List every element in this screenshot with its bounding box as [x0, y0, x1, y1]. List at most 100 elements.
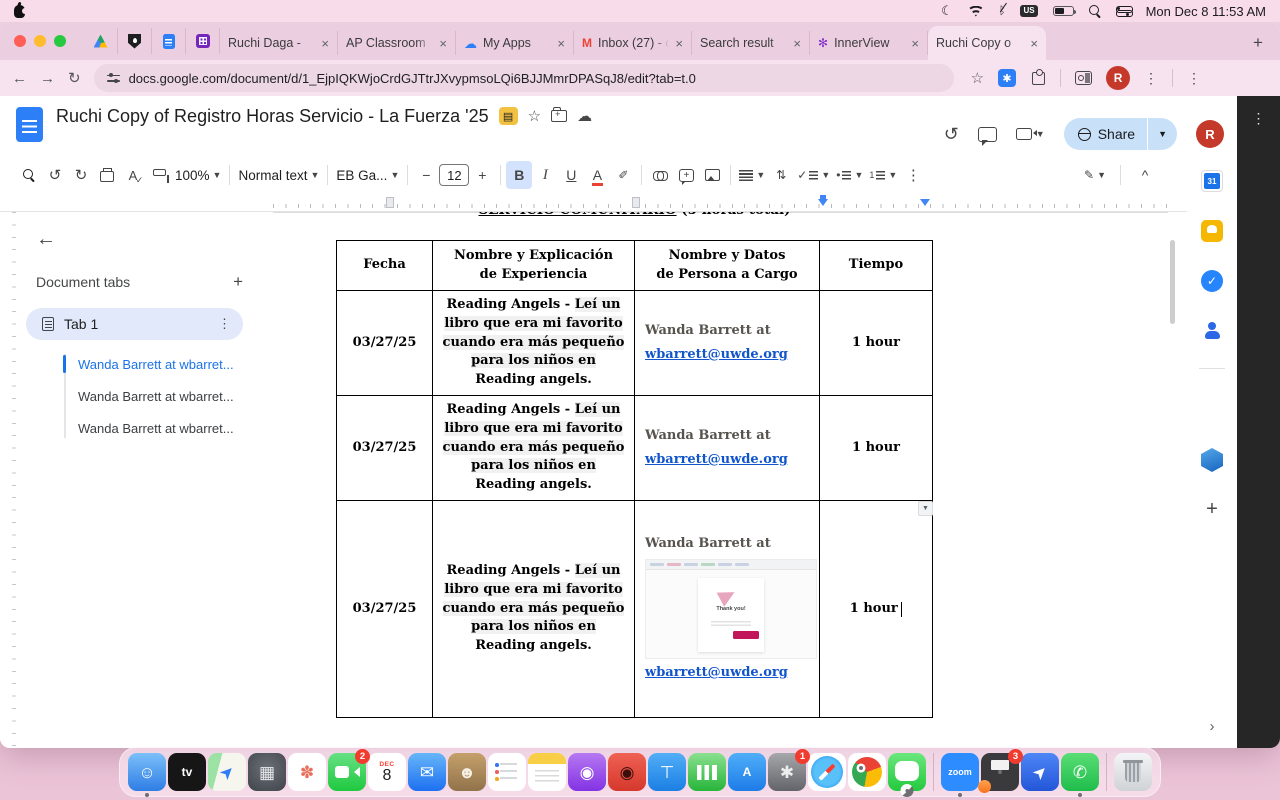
table-cell-description[interactable]: Reading Angels - Leí un libro que era mi… [433, 501, 634, 717]
increase-font-size-button[interactable]: + [469, 161, 495, 189]
table-cell-date[interactable]: 03/27/25 [337, 396, 432, 500]
docs-menu-item-docs-menu-accessibility[interactable] [168, 131, 180, 135]
table-cell-time[interactable]: 1 hour [820, 396, 932, 500]
dock-system-settings[interactable]: ✱ 1 [768, 749, 810, 791]
email-link[interactable]: wbarrett@uwde.org [645, 346, 788, 365]
dock-pointer-app[interactable]: ➤ [1021, 753, 1059, 791]
table-cell-description[interactable]: Reading Angels - Leí un libro que era mi… [433, 291, 634, 395]
tasks-panel-icon[interactable]: ✓ [1201, 270, 1223, 292]
back-arrow-icon[interactable]: ← [36, 228, 56, 251]
chrome-menu-icon[interactable]: ⋮ [1144, 70, 1158, 87]
minimize-window-button[interactable] [34, 35, 46, 47]
redo-button[interactable]: ↻ [68, 161, 94, 189]
table-cell-description[interactable]: Reading Angels - Leí un libro que era mi… [433, 396, 634, 500]
browser-tab-tab-my-apps[interactable]: ☁ My Apps × [456, 31, 574, 55]
table-cell-date[interactable]: 03/27/25 [337, 291, 432, 395]
browser-tab-tab-ruchi-daga[interactable]: Ruchi Daga - × [220, 31, 338, 55]
more-tools-button[interactable]: ⋮ [900, 161, 926, 189]
dock-printer[interactable]: 3 [978, 749, 1023, 793]
checklist-button[interactable]: ✓ ▼ [794, 161, 833, 189]
highlight-color-button[interactable]: ✐ [610, 161, 636, 189]
sidebar-tab-1[interactable]: Tab 1 ⋮ [26, 308, 243, 340]
tab-close-icon[interactable]: × [793, 36, 801, 51]
bluetooth-off-icon[interactable]: ᛒ [999, 5, 1006, 17]
styles-select[interactable]: Normal text ▼ [235, 161, 322, 189]
font-select[interactable]: EB Ga... ▼ [333, 161, 402, 189]
dock-apple-tv[interactable]: tv [168, 753, 206, 791]
tab-close-icon[interactable]: × [557, 36, 565, 51]
forward-button[interactable]: → [40, 70, 55, 87]
docs-menu-item-docs-menu-insert[interactable] [98, 131, 110, 135]
numbered-list-button[interactable]: 1 ▼ [866, 161, 900, 189]
print-button[interactable] [94, 161, 120, 189]
add-tab-button[interactable]: + [233, 272, 243, 292]
table-column-marker[interactable] [386, 197, 394, 208]
italic-button[interactable]: I [532, 161, 558, 189]
dock-photo-booth[interactable]: ◉ [608, 753, 646, 791]
search-menus-button[interactable] [16, 161, 42, 189]
table-dropdown-button[interactable]: ▼ [918, 501, 933, 516]
table-cell-person[interactable]: Wanda Barrett at Thank you! wbarrett@uwd… [635, 501, 819, 717]
cloud-status-icon[interactable]: ☁ [577, 109, 592, 124]
dock-zoom[interactable]: zoom [941, 753, 979, 791]
align-button[interactable]: ▼ [736, 161, 768, 189]
chrome-profile-avatar[interactable]: R [1106, 66, 1131, 90]
docs-menu-item-docs-menu-extensions[interactable] [140, 131, 152, 135]
share-button[interactable]: Share ▼ [1063, 118, 1177, 150]
control-center-icon[interactable] [1115, 5, 1133, 17]
menubar-clock[interactable]: Mon Dec 8 11:53 AM [1146, 4, 1266, 19]
secondary-menu-icon[interactable]: ⋮ [1187, 70, 1201, 87]
browser-tab-tab-ap-classroom[interactable]: AP Classroom × [338, 31, 456, 55]
undo-button[interactable]: ↺ [42, 161, 68, 189]
strip-menu-icon[interactable]: ⋮ [1252, 110, 1266, 127]
tab-close-icon[interactable]: × [439, 36, 447, 51]
line-spacing-button[interactable]: ⇅ [768, 161, 794, 189]
font-size-input[interactable]: 12 [439, 164, 470, 186]
table-cell-time[interactable]: 1 hour [820, 291, 932, 395]
insert-link-button[interactable] [647, 161, 673, 189]
back-button[interactable]: ← [12, 70, 27, 87]
editing-mode-button[interactable]: ✎ ▼ [1081, 161, 1109, 189]
hide-panel-chevron[interactable]: › [1210, 718, 1215, 735]
horizontal-ruler[interactable] [0, 194, 1237, 212]
tab-close-icon[interactable]: × [321, 36, 329, 51]
dock-safari[interactable] [808, 753, 846, 791]
dock-finder[interactable]: ☺ [128, 753, 166, 791]
pinned-tab-docs[interactable] [152, 28, 186, 54]
new-tab-button[interactable]: + [1244, 29, 1272, 57]
addon-hexagon-icon[interactable] [1201, 448, 1223, 472]
underline-button[interactable]: U [558, 161, 584, 189]
pinned-tab-drive[interactable] [84, 28, 118, 54]
address-bar[interactable]: docs.google.com/document/d/1_EjpIQKWjoCr… [93, 64, 954, 92]
document-canvas[interactable]: SERVICIO COMUNITARIO (5 horas total) Fec… [265, 212, 1176, 748]
text-color-button[interactable]: A [584, 161, 610, 189]
tab-options-icon[interactable]: ⋮ [218, 316, 231, 332]
table-header-persona[interactable]: Nombre y Datos de Persona a Cargo [635, 241, 819, 290]
vertical-ruler[interactable] [0, 212, 18, 748]
dock-maps[interactable]: ➤ [208, 753, 246, 791]
dock-chrome[interactable] [848, 753, 886, 791]
calendar-panel-icon[interactable]: 31 [1201, 170, 1223, 192]
zoom-select[interactable]: 100% ▼ [172, 161, 224, 189]
table-header-fecha[interactable]: Fecha [337, 241, 432, 290]
paint-format-button[interactable] [146, 161, 172, 189]
outline-item-outline-item-3[interactable]: Wanda Barrett at wbarret... [0, 412, 265, 444]
dock-keynote[interactable]: ⊤ [648, 753, 686, 791]
meet-video-call-button[interactable]: ▼ [1015, 128, 1045, 140]
browser-tab-tab-innerview[interactable]: ✻ InnerView × [810, 31, 928, 55]
extensions-puzzle-icon[interactable] [1030, 69, 1046, 86]
dock-messages[interactable] [888, 753, 926, 791]
dock-whatsapp[interactable]: ✆ [1061, 753, 1099, 791]
docs-menu-item-docs-menu-file[interactable] [56, 131, 68, 135]
side-panel-icon[interactable] [1075, 71, 1093, 85]
google-docs-logo[interactable] [16, 107, 43, 142]
decrease-font-size-button[interactable]: − [413, 161, 439, 189]
outline-item-outline-item-1[interactable]: Wanda Barrett at wbarret... [0, 348, 265, 380]
extension-icon[interactable]: ✱ [998, 69, 1017, 87]
share-dropdown-icon[interactable]: ▼ [1148, 129, 1177, 139]
contacts-panel-icon[interactable] [1201, 320, 1223, 342]
email-link[interactable]: wbarrett@uwde.org [645, 451, 788, 470]
dock-trash[interactable] [1114, 753, 1152, 791]
outline-item-outline-item-2[interactable]: Wanda Barrett at wbarret... [0, 380, 265, 412]
document-title[interactable]: Ruchi Copy of Registro Horas Servicio - … [56, 106, 489, 127]
